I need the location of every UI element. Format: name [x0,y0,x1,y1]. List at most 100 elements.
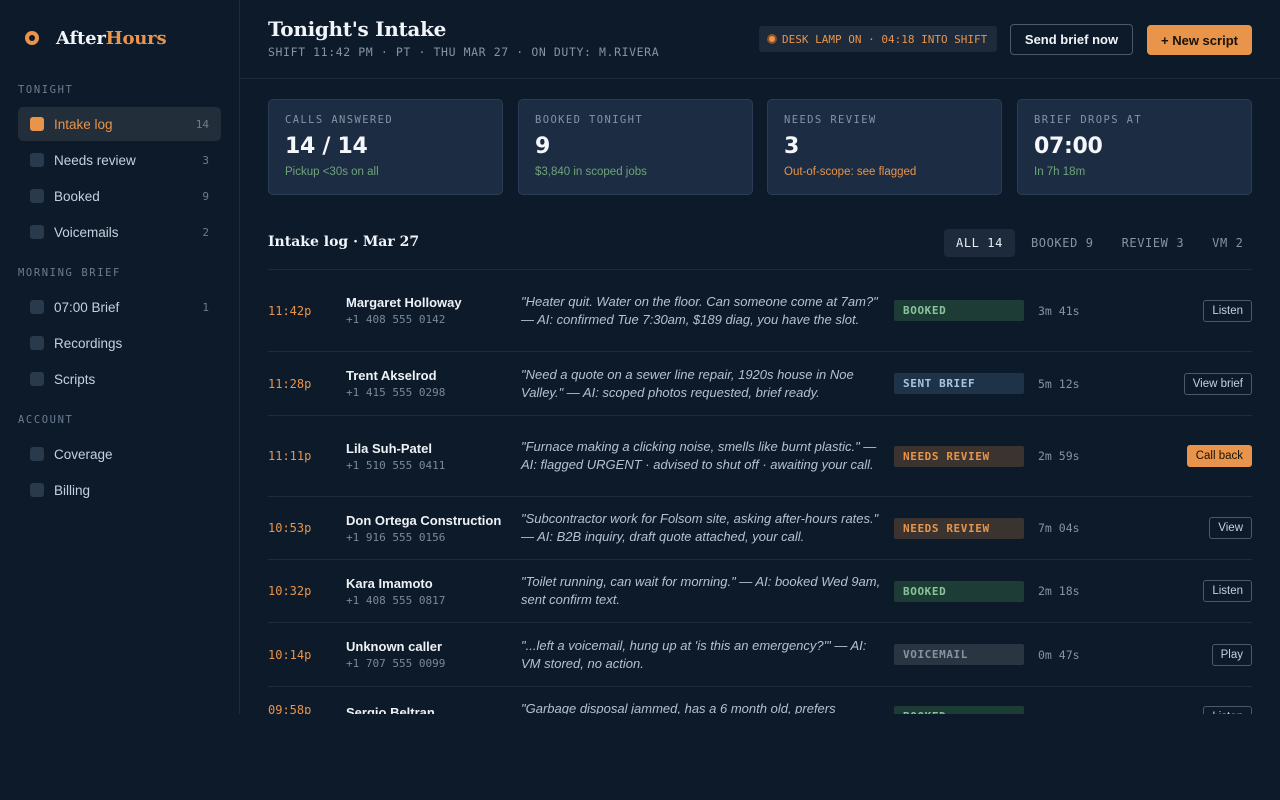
sidebar-item-intake-log[interactable]: Intake log 14 [18,107,221,141]
sidebar-item-booked[interactable]: Booked 9 [18,179,221,213]
checkbox-icon [30,447,44,461]
sidebar-item-brief[interactable]: 07:00 Brief 1 [18,290,221,324]
brand[interactable]: AfterHours [22,26,167,50]
checkbox-icon [30,372,44,386]
call-summary: "Furnace making a clicking noise, smells… [521,439,877,472]
status-badge: SENT BRIEF [894,373,1024,394]
caller-name: Margaret Holloway [346,295,462,310]
sidebar-item-label: Needs review [54,152,136,168]
sidebar-item-label: Booked [54,188,100,204]
filter-tab-all[interactable]: ALL 14 [944,229,1015,257]
checkbox-icon [30,300,44,314]
status-badge: NEEDS REVIEW [894,517,1024,539]
caller-name: Sergio Beltran [346,705,435,714]
sidebar-item-billing[interactable]: Billing [18,473,221,507]
table-row[interactable]: 10:53p Don Ortega Construction +1 916 55… [268,497,1252,560]
checkbox-icon [30,153,44,167]
checkbox-icon [30,225,44,239]
caller: Sergio Beltran [346,705,516,714]
call-time: 11:42p [268,303,312,318]
play-button[interactable]: Play [1211,643,1252,666]
lamp-indicator-icon [767,34,777,44]
caller: Trent Akselrod +1 415 555 0298 [346,368,516,399]
sidebar-item-label: Voicemails [54,224,119,240]
caller-phone: +1 415 555 0298 [346,386,446,399]
new-script-button[interactable]: + New script [1147,25,1252,55]
sidebar-item-needs-review[interactable]: Needs review 3 [18,143,221,177]
sidebar-item-label: Scripts [54,371,96,387]
checkbox-icon [30,336,44,350]
status-badge: BOOKED [894,300,1024,321]
table-row[interactable]: 11:11p Lila Suh-Patel +1 510 555 0411 "F… [268,416,1252,497]
table-row[interactable]: 10:14p Unknown caller +1 707 555 0099 ".… [268,623,1252,687]
brand-name-part2: Hours [105,27,167,49]
call-duration: 3m 41s [1038,303,1080,318]
stat-label: CALLS ANSWERED [285,114,394,126]
sidebar-item-count: 9 [202,189,209,203]
status-badge: VOICEMAIL [894,644,1024,665]
call-time: 11:11p [268,449,312,463]
stat-value: 07:00 [1034,134,1103,159]
status-badge: BOOKED [894,706,1024,714]
filter-tabs: ALL 14 BOOKED 9 REVIEW 3 VM 2 [944,229,1259,257]
call-summary: "Garbage disposal jammed, has a 6 month … [521,701,836,714]
checkbox-icon [30,189,44,203]
send-brief-button[interactable]: Send brief now [1010,24,1133,55]
sidebar-item-scripts[interactable]: Scripts [18,362,221,396]
stat-value: 9 [535,134,551,159]
intake-log-title: Intake log · Mar 27 [268,234,420,250]
sidebar-item-count: 3 [202,153,209,167]
stat-label: BRIEF DROPS AT [1034,114,1143,126]
table-row[interactable]: 09:58p Sergio Beltran "Garbage disposal … [268,687,1252,714]
sidebar-item-count: 2 [202,225,209,239]
filter-tab-booked[interactable]: BOOKED 9 [1019,229,1106,257]
table-row[interactable]: 11:42p Margaret Holloway +1 408 555 0142… [268,270,1252,352]
desk-lamp-status: DESK LAMP ON · 04:18 INTO SHIFT [759,26,998,52]
caller: Margaret Holloway +1 408 555 0142 [346,295,516,326]
call-duration: 2m 18s [1038,584,1080,598]
table-row[interactable]: 10:32p Kara Imamoto +1 408 555 0817 "Toi… [268,560,1252,623]
app-window: AfterHours TONIGHT Intake log 14 Needs r… [0,0,1280,714]
stat-subtext: $3,840 in scoped jobs [535,166,647,178]
sidebar-item-label: Recordings [54,335,123,351]
filter-tab-review[interactable]: REVIEW 3 [1110,229,1197,257]
listen-button[interactable]: Listen [1203,706,1252,714]
call-time: 09:58p [268,703,312,714]
stat-value: 3 [784,134,800,159]
filter-tab-vm[interactable]: VM 2 [1200,229,1255,257]
shift-info: SHIFT 11:42 PM · PT · THU MAR 27 · ON DU… [268,45,660,59]
call-time: 10:14p [268,647,312,662]
stat-label: NEEDS REVIEW [784,114,877,126]
call-time: 10:53p [268,521,312,535]
lamp-logo-icon [22,28,42,48]
call-summary: "Toilet running, can wait for morning." … [521,574,881,607]
sidebar-section-morning-brief: MORNING BRIEF [18,267,121,279]
sidebar-item-recordings[interactable]: Recordings [18,326,221,360]
caller: Lila Suh-Patel +1 510 555 0411 [346,441,516,472]
call-summary: "Need a quote on a sewer line repair, 19… [521,366,854,400]
status-badge: NEEDS REVIEW [894,445,1024,467]
caller: Unknown caller +1 707 555 0099 [346,639,516,670]
listen-button[interactable]: Listen [1203,580,1252,602]
stat-card-calls-answered: CALLS ANSWERED 14 / 14 Pickup <30s on al… [268,99,503,195]
call-time: 10:32p [268,584,312,598]
call-duration: 2m 59s [1038,449,1080,463]
sidebar-item-coverage[interactable]: Coverage [18,437,221,471]
sidebar-item-voicemails[interactable]: Voicemails 2 [18,215,221,249]
stat-subtext: Pickup <30s on all [285,166,379,178]
listen-button[interactable]: Listen [1203,299,1252,322]
checkbox-icon [30,483,44,497]
stat-card-brief-drops: BRIEF DROPS AT 07:00 In 7h 18m [1017,99,1252,195]
call-back-button[interactable]: Call back [1186,445,1252,467]
sidebar-item-count: 1 [202,300,209,314]
table-row[interactable]: 11:28p Trent Akselrod +1 415 555 0298 "N… [268,352,1252,416]
brand-name: AfterHours [56,27,167,49]
caller-phone: +1 916 555 0156 [346,530,446,544]
stat-card-booked-tonight: BOOKED TONIGHT 9 $3,840 in scoped jobs [518,99,753,195]
view-brief-button[interactable]: View brief [1183,372,1252,395]
call-time: 11:28p [268,376,312,391]
sidebar-item-label: 07:00 Brief [54,299,120,315]
view-button[interactable]: View [1209,517,1252,539]
sidebar-item-count: 14 [195,117,209,131]
caller-name: Lila Suh-Patel [346,440,432,456]
